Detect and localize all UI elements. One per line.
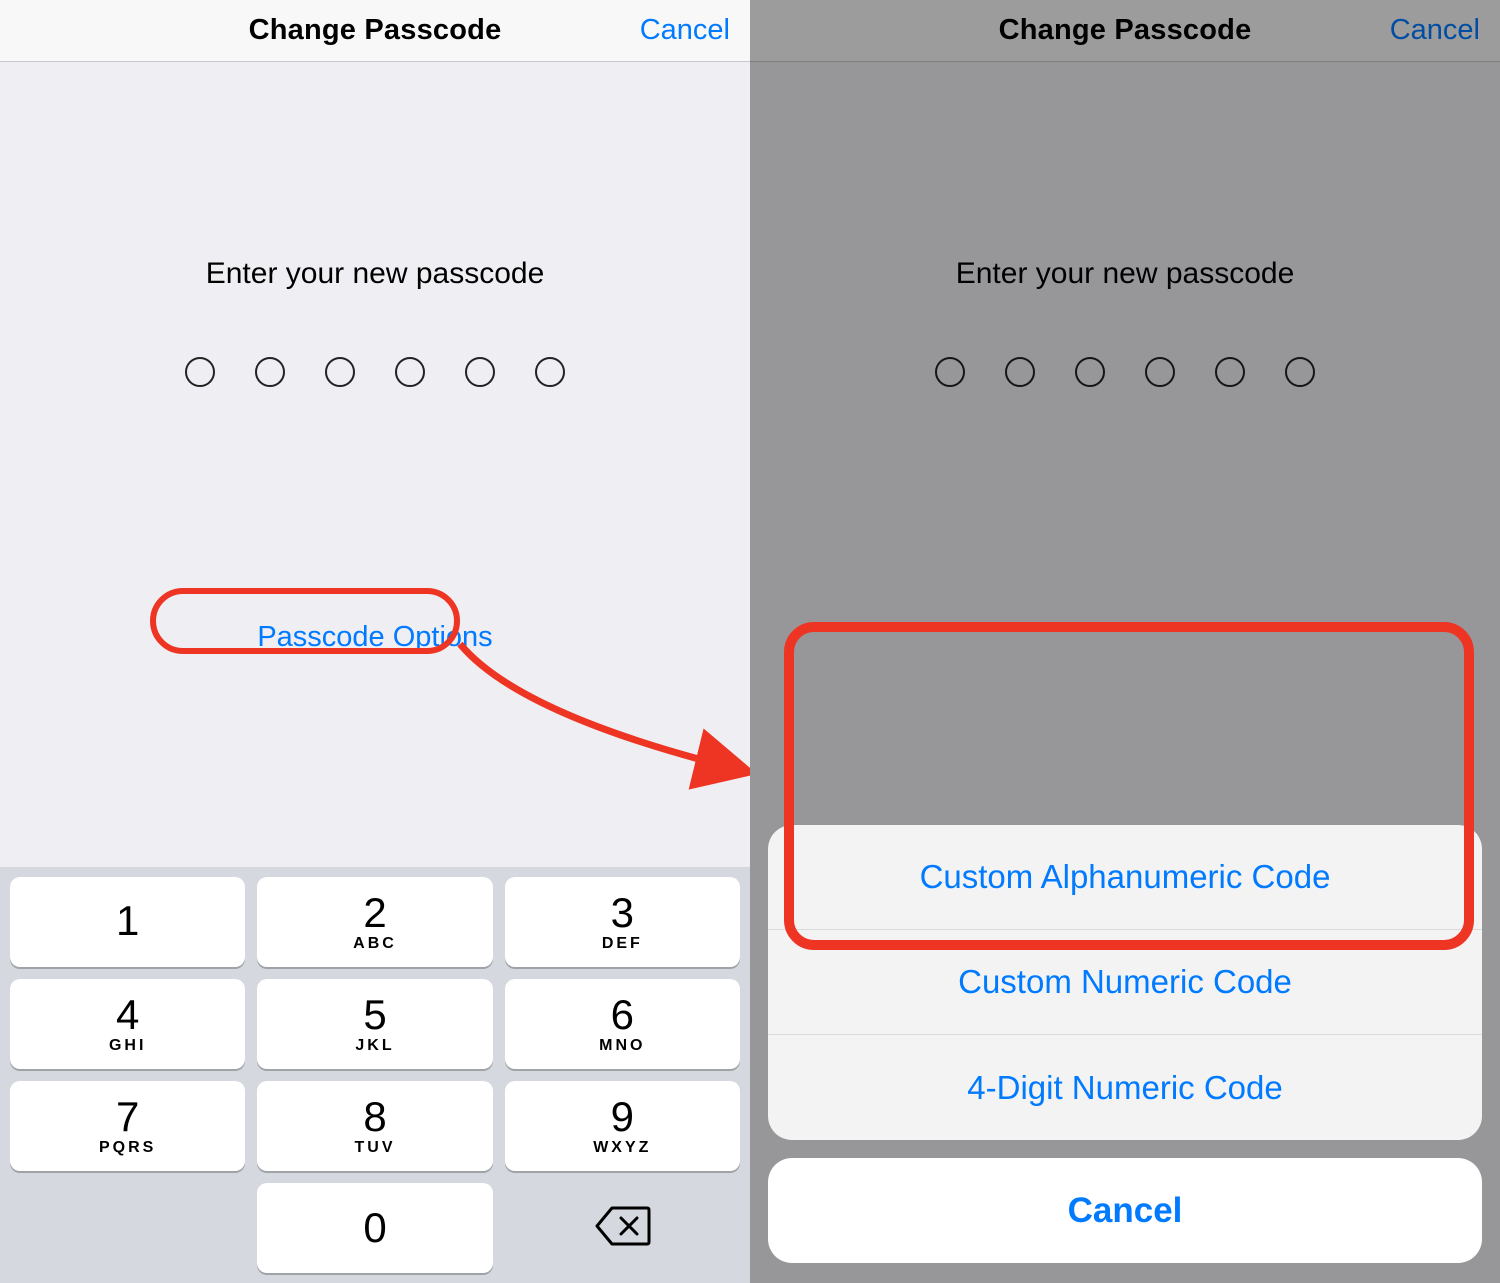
key-letters: WXYZ [593, 1140, 651, 1156]
key-letters: PQRS [99, 1140, 156, 1156]
numeric-keypad: 1 2 ABC 3 DEF 4 GHI 5 JKL 6 MNO [0, 867, 750, 1283]
content-area: Enter your new passcode [0, 62, 750, 387]
passcode-dots [0, 357, 750, 387]
key-digit: 9 [611, 1096, 634, 1138]
keypad-key-9[interactable]: 9 WXYZ [505, 1081, 740, 1171]
key-letters: TUV [354, 1140, 395, 1156]
key-digit: 7 [116, 1096, 139, 1138]
passcode-dot [395, 357, 425, 387]
key-letters: MNO [599, 1038, 645, 1054]
key-digit: 5 [363, 994, 386, 1036]
passcode-dot [465, 357, 495, 387]
passcode-dot [535, 357, 565, 387]
keypad-key-1[interactable]: 1 [10, 877, 245, 967]
keypad-key-8[interactable]: 8 TUV [257, 1081, 492, 1171]
backspace-icon [593, 1204, 651, 1252]
keypad-key-3[interactable]: 3 DEF [505, 877, 740, 967]
passcode-prompt: Enter your new passcode [0, 257, 750, 291]
passcode-dot [255, 357, 285, 387]
key-letters: JKL [355, 1038, 394, 1054]
annotation-highlight-right [784, 622, 1474, 950]
keypad-key-5[interactable]: 5 JKL [257, 979, 492, 1069]
key-letters: DEF [602, 936, 643, 952]
keypad-key-0[interactable]: 0 [257, 1183, 492, 1273]
key-digit: 0 [363, 1207, 386, 1249]
keypad-key-6[interactable]: 6 MNO [505, 979, 740, 1069]
annotation-arrow [460, 616, 750, 821]
key-letters: ABC [353, 936, 397, 952]
key-digit: 2 [363, 892, 386, 934]
key-letters: GHI [109, 1038, 146, 1054]
option-4digit-numeric[interactable]: 4-Digit Numeric Code [768, 1035, 1482, 1140]
keypad-key-2[interactable]: 2 ABC [257, 877, 492, 967]
keypad-key-7[interactable]: 7 PQRS [10, 1081, 245, 1171]
key-digit: 6 [611, 994, 634, 1036]
keypad-key-4[interactable]: 4 GHI [10, 979, 245, 1069]
passcode-dot [325, 357, 355, 387]
screenshot-after: Change Passcode Cancel Enter your new pa… [750, 0, 1500, 1283]
key-digit: 1 [116, 900, 139, 942]
navbar: Change Passcode Cancel [0, 0, 750, 62]
keypad-backspace-button[interactable] [505, 1183, 740, 1273]
keypad-blank [10, 1183, 245, 1273]
passcode-dot [185, 357, 215, 387]
key-digit: 4 [116, 994, 139, 1036]
key-digit: 8 [363, 1096, 386, 1138]
key-digit: 3 [611, 892, 634, 934]
nav-title: Change Passcode [249, 14, 502, 47]
screenshot-before: Change Passcode Cancel Enter your new pa… [0, 0, 750, 1283]
annotation-highlight-left [150, 588, 460, 654]
action-sheet-cancel-button[interactable]: Cancel [768, 1158, 1482, 1263]
cancel-button[interactable]: Cancel [640, 0, 730, 61]
